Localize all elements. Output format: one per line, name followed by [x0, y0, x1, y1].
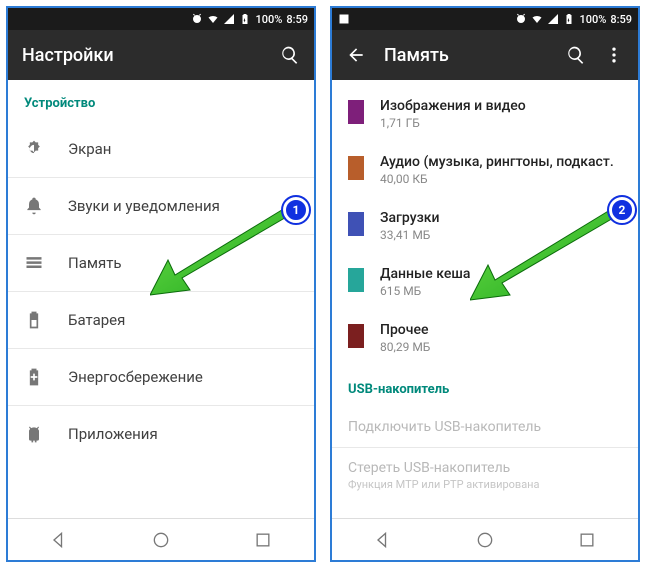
battery-icon	[563, 13, 575, 25]
statusbar: 100% 8:59	[332, 8, 638, 30]
setitem-label: Звуки и уведомления	[68, 197, 220, 215]
navbar	[332, 518, 638, 560]
battery-percent: 100%	[579, 13, 606, 26]
category-value: 40,00 КБ	[380, 172, 614, 186]
category-label: Данные кеша	[380, 266, 470, 282]
category-label: Аудио (музыка, рингтоны, подкаст.	[380, 154, 614, 170]
alarm-icon	[515, 13, 527, 25]
android-icon	[24, 424, 44, 444]
category-label: Прочее	[380, 322, 430, 338]
phone-screenshot-1: 100% 8:59 Настройки Устройство Экран Зву…	[6, 6, 316, 562]
bell-icon	[24, 196, 44, 216]
color-swatch	[348, 268, 364, 292]
back-arrow-icon[interactable]	[346, 45, 366, 65]
category-value: 615 МБ	[380, 284, 470, 298]
section-header-device: Устройство	[8, 80, 314, 121]
storage-icon	[24, 253, 44, 273]
wifi-icon	[207, 13, 219, 25]
nav-back-icon[interactable]	[373, 530, 393, 550]
setitem-apps[interactable]: Приложения	[8, 406, 314, 462]
usb-item-connect: Подключить USB-накопитель	[332, 407, 638, 447]
clock-text: 8:59	[610, 13, 632, 26]
page-title: Настройки	[22, 45, 262, 66]
battery-percent: 100%	[255, 13, 282, 26]
annotation-badge-2: 2	[609, 197, 635, 223]
setitem-label: Память	[68, 254, 122, 272]
phone-screenshot-2: 100% 8:59 Память Изображения и видео 1,7…	[330, 6, 640, 562]
appbar: Настройки	[8, 30, 314, 80]
nav-back-icon[interactable]	[49, 530, 69, 550]
category-label: Загрузки	[380, 210, 439, 226]
nav-recent-icon[interactable]	[577, 530, 597, 550]
setitem-label: Батарея	[68, 311, 125, 329]
storage-category-audio[interactable]: Аудио (музыка, рингтоны, подкаст. 40,00 …	[332, 142, 638, 198]
usb-item-label: Стереть USB-накопитель	[348, 460, 622, 476]
storage-category-cache[interactable]: Данные кеша 615 МБ	[332, 254, 638, 310]
battery-icon	[24, 310, 44, 330]
category-value: 80,29 МБ	[380, 340, 430, 354]
alarm-icon	[191, 13, 203, 25]
nav-recent-icon[interactable]	[253, 530, 273, 550]
statusbar: 100% 8:59	[8, 8, 314, 30]
usb-item-label: Подключить USB-накопитель	[348, 419, 622, 435]
category-value: 33,41 МБ	[380, 228, 439, 242]
nav-home-icon[interactable]	[151, 530, 171, 550]
wifi-icon	[531, 13, 543, 25]
usb-item-sub: Функция MTP или PTP активирована	[348, 478, 622, 491]
storage-category-images[interactable]: Изображения и видео 1,71 ГБ	[332, 86, 638, 142]
brightness-icon	[24, 139, 44, 159]
clock-text: 8:59	[286, 13, 308, 26]
section-header-usb: USB-накопитель	[332, 366, 638, 407]
color-swatch	[348, 324, 364, 348]
storage-category-downloads[interactable]: Загрузки 33,41 МБ	[332, 198, 638, 254]
more-vert-icon[interactable]	[604, 45, 624, 65]
setitem-storage[interactable]: Память	[8, 235, 314, 291]
signal-icon	[223, 13, 235, 25]
appbar: Память	[332, 30, 638, 80]
nav-home-icon[interactable]	[475, 530, 495, 550]
category-value: 1,71 ГБ	[380, 116, 526, 130]
annotation-badge-1: 1	[283, 197, 309, 223]
navbar	[8, 518, 314, 560]
battery-icon	[239, 13, 251, 25]
setitem-display[interactable]: Экран	[8, 121, 314, 177]
category-label: Изображения и видео	[380, 98, 526, 114]
storage-category-other[interactable]: Прочее 80,29 МБ	[332, 310, 638, 366]
color-swatch	[348, 156, 364, 180]
image-icon	[338, 13, 350, 25]
setitem-label: Экран	[68, 140, 111, 158]
signal-icon	[547, 13, 559, 25]
color-swatch	[348, 100, 364, 124]
search-icon[interactable]	[280, 45, 300, 65]
usb-item-erase: Стереть USB-накопитель Функция MTP или P…	[332, 448, 638, 503]
search-icon[interactable]	[566, 45, 586, 65]
page-title: Память	[384, 45, 548, 66]
setitem-battery[interactable]: Батарея	[8, 292, 314, 348]
setitem-powersave[interactable]: Энергосбережение	[8, 349, 314, 405]
battery-saver-icon	[24, 367, 44, 387]
setitem-label: Энергосбережение	[68, 368, 203, 386]
color-swatch	[348, 212, 364, 236]
setitem-label: Приложения	[68, 425, 158, 443]
setitem-sound[interactable]: Звуки и уведомления	[8, 178, 314, 234]
